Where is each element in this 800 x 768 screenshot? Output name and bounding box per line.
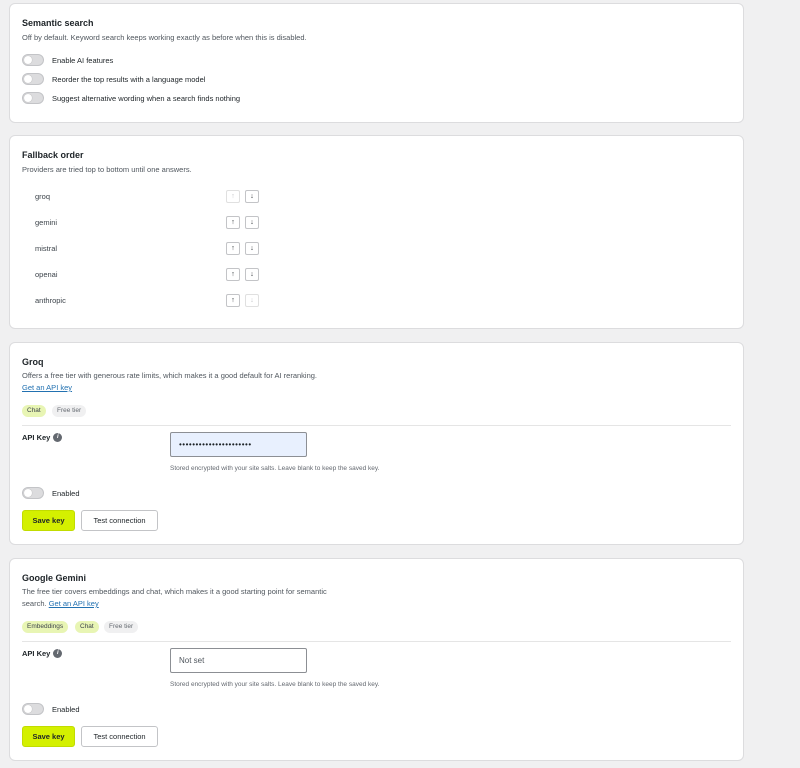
info-icon: i: [53, 649, 63, 658]
move-up-button[interactable]: ↑: [226, 242, 240, 255]
test-connection-button[interactable]: Test connection: [81, 726, 158, 747]
badge-chat: Chat: [22, 405, 46, 417]
groq-description-text: Offers a free tier with generous rate li…: [22, 371, 318, 380]
groq-api-key-input[interactable]: [170, 432, 307, 457]
api-key-help-text: Stored encrypted with your site salts. L…: [170, 465, 380, 472]
gemini-description: The free tier covers embeddings and chat…: [22, 586, 332, 610]
move-down-button[interactable]: ↓: [245, 190, 259, 203]
test-connection-button[interactable]: Test connection: [81, 510, 158, 531]
groq-enabled-toggle-row[interactable]: Enabled: [22, 486, 80, 500]
fallback-order-card: Fallback order Providers are tried top t…: [9, 135, 744, 329]
provider-name-mistral: mistral: [35, 244, 58, 253]
move-up-button[interactable]: ↑: [226, 190, 240, 203]
toggle-enable-ai[interactable]: Enable AI features: [22, 53, 113, 67]
provider-name-groq: groq: [35, 192, 51, 201]
gemini-title: Google Gemini: [22, 573, 87, 583]
groq-title: Groq: [22, 357, 44, 367]
semantic-search-card: Semantic search Off by default. Keyword …: [9, 3, 744, 123]
info-icon: i: [53, 433, 63, 442]
fallback-order-description: Providers are tried top to bottom until …: [22, 165, 192, 174]
move-up-button[interactable]: ↑: [226, 294, 240, 307]
fallback-order-title: Fallback order: [22, 150, 84, 160]
provider-name-gemini: gemini: [35, 218, 58, 227]
provider-name-openai: openai: [35, 270, 58, 279]
gemini-provider-card: Google Gemini The free tier covers embed…: [9, 558, 744, 761]
toggle-suggest-wording[interactable]: Suggest alternative wording when a searc…: [22, 91, 240, 105]
toggle-label: Enabled: [52, 704, 80, 714]
toggle-label: Suggest alternative wording when a searc…: [52, 93, 241, 103]
toggle-switch[interactable]: [22, 703, 44, 715]
move-up-button[interactable]: ↑: [226, 216, 240, 229]
toggle-reorder-results[interactable]: Reorder the top results with a language …: [22, 72, 205, 86]
api-key-help-text: Stored encrypted with your site salts. L…: [170, 681, 380, 688]
move-up-button[interactable]: ↑: [226, 268, 240, 281]
badge-free-tier: Free tier: [52, 405, 87, 417]
semantic-search-title: Semantic search: [22, 18, 94, 28]
api-key-label: API Key i: [22, 433, 63, 442]
gemini-enabled-toggle-row[interactable]: Enabled: [22, 702, 80, 716]
toggle-label: Reorder the top results with a language …: [52, 74, 206, 84]
gemini-api-key-input[interactable]: [170, 648, 307, 673]
divider: [22, 425, 731, 426]
move-down-button[interactable]: ↓: [245, 294, 259, 307]
move-down-button[interactable]: ↓: [245, 268, 259, 281]
move-down-button[interactable]: ↓: [245, 216, 259, 229]
provider-name-anthropic: anthropic: [35, 296, 66, 305]
semantic-search-description: Off by default. Keyword search keeps wor…: [22, 33, 307, 42]
badge-embeddings: Embeddings: [22, 621, 69, 633]
move-down-button[interactable]: ↓: [245, 242, 259, 255]
api-key-label-text: API Key: [22, 649, 51, 658]
groq-provider-card: Groq Offers a free tier with generous ra…: [9, 342, 744, 545]
groq-description: Offers a free tier with generous rate li…: [22, 370, 322, 394]
groq-get-api-key-link[interactable]: Get an API key: [22, 383, 72, 392]
gemini-get-api-key-link[interactable]: Get an API key: [49, 599, 99, 608]
toggle-switch[interactable]: [22, 487, 44, 499]
badge-free-tier: Free tier: [104, 621, 139, 633]
toggle-label: Enable AI features: [52, 55, 114, 65]
toggle-switch[interactable]: [22, 92, 44, 104]
toggle-label: Enabled: [52, 488, 80, 498]
badge-chat: Chat: [75, 621, 99, 633]
api-key-label-text: API Key: [22, 433, 51, 442]
toggle-switch[interactable]: [22, 54, 44, 66]
api-key-label: API Key i: [22, 649, 63, 658]
divider: [22, 641, 731, 642]
toggle-switch[interactable]: [22, 73, 44, 85]
save-key-button[interactable]: Save key: [22, 510, 75, 531]
save-key-button[interactable]: Save key: [22, 726, 75, 747]
